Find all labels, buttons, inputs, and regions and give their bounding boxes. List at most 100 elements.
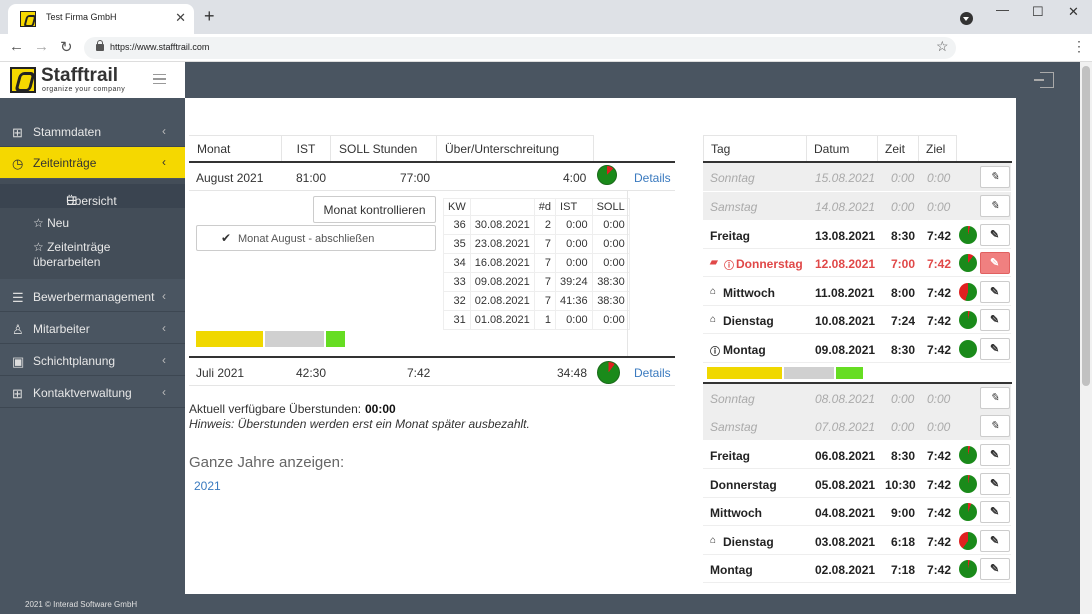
kw-cell: 36 bbox=[443, 215, 471, 235]
star-icon: ☆ bbox=[33, 240, 48, 254]
day-ratio-pie-icon bbox=[959, 311, 977, 329]
page-scrollbar[interactable] bbox=[1080, 62, 1092, 614]
bookmark-star-icon[interactable]: ☆ bbox=[936, 38, 949, 55]
close-window-icon[interactable]: ✕ bbox=[1068, 4, 1079, 20]
sidebar-subitem-ueberarbeiten[interactable]: ☆ Zeiteinträge überarbeiten bbox=[33, 240, 143, 270]
day-row: Sonntag 08.08.2021 0:00 0:00 bbox=[703, 384, 1011, 412]
table-row: 31 01.08.2021 1 0:00 0:00 bbox=[443, 310, 630, 330]
new-tab-icon[interactable]: + bbox=[204, 6, 215, 27]
tab-title: Test Firma GmbH bbox=[46, 12, 117, 22]
button-label: Monat August - abschließen bbox=[238, 233, 375, 245]
close-tab-icon[interactable]: ✕ bbox=[175, 10, 186, 26]
profile-dropdown-icon[interactable] bbox=[960, 12, 973, 25]
day-name: Sonntag bbox=[710, 392, 755, 406]
day-row-alert: ▰ ⓘ Donnerstag 12.08.2021 7:00 7:42 bbox=[703, 249, 1011, 277]
soll-cell: 38:30 bbox=[591, 291, 630, 311]
day-goal: 7:42 bbox=[927, 286, 952, 300]
edit-entry-button[interactable] bbox=[980, 558, 1010, 580]
day-date: 02.08.2021 bbox=[815, 563, 876, 577]
day-goal: 7:42 bbox=[927, 314, 952, 328]
day-date: 06.08.2021 bbox=[815, 449, 876, 463]
kw-cell: 34 bbox=[443, 253, 471, 273]
day-time: 0:00 bbox=[891, 420, 915, 434]
reload-icon[interactable]: ↻ bbox=[60, 38, 73, 56]
edit-entry-button[interactable] bbox=[980, 252, 1010, 274]
hamburger-menu-icon[interactable] bbox=[153, 74, 166, 84]
sidebar-item-kontaktverwaltung[interactable]: ⊞ Kontaktverwaltung ‹ bbox=[0, 377, 185, 408]
day-date: 12.08.2021 bbox=[815, 257, 876, 271]
day-name: Montag bbox=[723, 343, 766, 357]
address-bar[interactable]: https://www.stafftrail.com bbox=[84, 37, 956, 59]
edit-entry-button[interactable] bbox=[980, 166, 1010, 188]
chevron-left-icon: ‹ bbox=[162, 289, 166, 303]
scrollbar-thumb[interactable] bbox=[1082, 66, 1090, 386]
day-goal: 7:42 bbox=[927, 229, 952, 243]
browser-tab[interactable]: Test Firma GmbH ✕ bbox=[8, 4, 194, 34]
monat-abschliessen-button[interactable]: ✔ Monat August - abschließen bbox=[196, 225, 436, 251]
days-cell: 7 bbox=[533, 272, 557, 292]
sidebar-item-schichtplanung[interactable]: ▣ Schichtplanung ‹ bbox=[0, 345, 185, 376]
edit-entry-button[interactable] bbox=[980, 530, 1010, 552]
sidebar-subitem-neu[interactable]: ☆ Neu bbox=[33, 216, 69, 231]
sidebar-item-bewerbermanagement[interactable]: ☰ Bewerbermanagement ‹ bbox=[0, 281, 185, 312]
date-cell: 02.08.2021 bbox=[469, 291, 535, 311]
table-row: 34 16.08.2021 7 0:00 0:00 bbox=[443, 253, 630, 273]
maximize-icon[interactable]: ☐ bbox=[1032, 4, 1044, 20]
edit-entry-button[interactable] bbox=[980, 473, 1010, 495]
back-icon[interactable]: ← bbox=[9, 38, 24, 55]
row-divider bbox=[189, 385, 675, 386]
edit-entry-button[interactable] bbox=[980, 338, 1010, 360]
stafftrail-logo-icon bbox=[10, 67, 36, 93]
edit-entry-button[interactable] bbox=[980, 195, 1010, 217]
chevron-left-icon: ‹ bbox=[162, 155, 166, 169]
soll-cell: 0:00 bbox=[591, 310, 630, 330]
day-name: Mittwoch bbox=[710, 506, 762, 520]
minimize-icon[interactable]: — bbox=[996, 2, 1009, 17]
day-date: 10.08.2021 bbox=[815, 314, 876, 328]
day-date: 14.08.2021 bbox=[815, 200, 876, 214]
sidebar-item-stammdaten[interactable]: ⊞ Stammdaten ‹ bbox=[0, 116, 185, 147]
forward-icon[interactable]: → bbox=[34, 38, 49, 55]
edit-entry-button[interactable] bbox=[980, 309, 1010, 331]
year-link-2021[interactable]: 2021 bbox=[194, 479, 221, 493]
day-date: 04.08.2021 bbox=[815, 506, 876, 520]
logout-icon[interactable] bbox=[1034, 72, 1054, 88]
sidebar-item-label: Bewerbermanagement bbox=[33, 290, 155, 304]
ist-cell: 39:24 bbox=[555, 272, 593, 292]
briefcase-icon: ▰ bbox=[710, 257, 718, 268]
day-goal: 0:00 bbox=[927, 200, 951, 214]
table-row: 36 30.08.2021 2 0:00 0:00 bbox=[443, 215, 630, 235]
progress-segment-yellow bbox=[196, 331, 263, 347]
day-name: Dienstag bbox=[723, 535, 774, 549]
day-date: 03.08.2021 bbox=[815, 535, 876, 549]
edit-entry-button[interactable] bbox=[980, 444, 1010, 466]
day-row: Samstag 07.08.2021 0:00 0:00 bbox=[703, 412, 1011, 440]
sidebar-subitem-uebersicht[interactable]: ☰ Übersicht bbox=[0, 184, 185, 208]
table-row: 35 23.08.2021 7 0:00 0:00 bbox=[443, 234, 630, 254]
edit-entry-button[interactable] bbox=[980, 281, 1010, 303]
details-link[interactable]: Details bbox=[634, 366, 671, 380]
week-progress-grey bbox=[784, 367, 834, 379]
month-ist: 81:00 bbox=[296, 171, 327, 185]
days-cell: 7 bbox=[533, 234, 557, 254]
sidebar-item-zeiteintraege[interactable]: ◷ Zeiteinträge ‹ bbox=[0, 147, 193, 178]
edit-entry-button[interactable] bbox=[980, 224, 1010, 246]
details-link[interactable]: Details bbox=[634, 171, 671, 185]
sidebar-item-label: Kontaktverwaltung bbox=[33, 386, 132, 400]
logo[interactable]: Stafftrail organize your company bbox=[0, 62, 185, 98]
info-icon: ⓘ bbox=[710, 347, 720, 358]
calendar-icon: ▣ bbox=[12, 354, 25, 369]
monat-kontrollieren-button[interactable]: Monat kontrollieren bbox=[313, 196, 436, 223]
day-row: Freitag 06.08.2021 8:30 7:42 bbox=[703, 441, 1011, 469]
edit-entry-button[interactable] bbox=[980, 387, 1010, 409]
browser-menu-icon[interactable]: ⋮ bbox=[1072, 38, 1086, 55]
day-row: ⌂ Mittwoch 11.08.2021 8:00 7:42 bbox=[703, 278, 1011, 306]
edit-entry-button[interactable] bbox=[980, 501, 1010, 523]
day-time: 9:00 bbox=[891, 506, 916, 520]
edit-entry-button[interactable] bbox=[980, 415, 1010, 437]
sidebar-item-mitarbeiter[interactable]: ♙ Mitarbeiter ‹ bbox=[0, 313, 185, 344]
progress-segment-grey bbox=[265, 331, 324, 347]
favicon-icon bbox=[20, 11, 36, 27]
day-ratio-pie-icon bbox=[959, 446, 977, 464]
day-date: 07.08.2021 bbox=[815, 420, 876, 434]
